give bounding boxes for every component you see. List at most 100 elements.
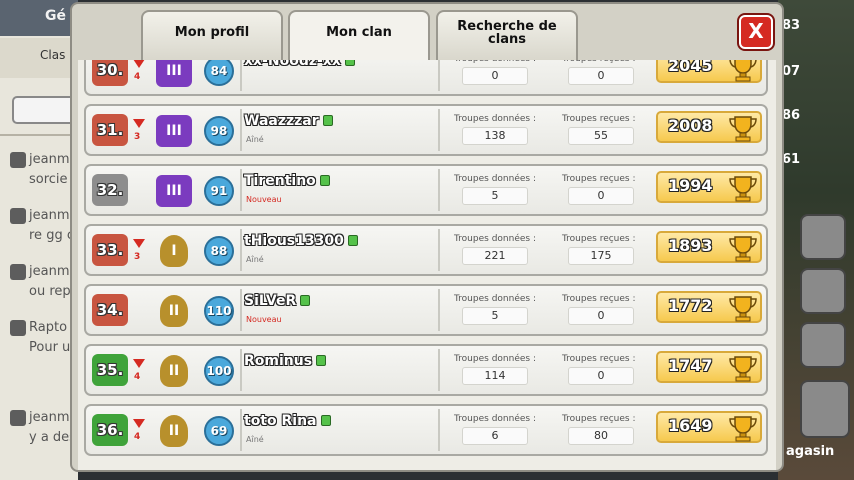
- member-name-text: Waazzzar: [244, 113, 319, 129]
- online-icon: [322, 115, 333, 126]
- rank-badge: 31.: [92, 114, 128, 146]
- member-name-text: xx-Noodz-xx: [244, 60, 341, 69]
- chat-message-author: jeanm: [29, 410, 70, 425]
- pause-icon: [10, 320, 26, 336]
- league-badge-icon: III: [156, 60, 192, 87]
- member-name: xx-Noodz-xx: [244, 60, 355, 69]
- chat-message-text: sorcie: [29, 172, 68, 187]
- tab-label: Mon profil: [174, 25, 250, 40]
- donated-label: Troupes données :: [454, 294, 536, 304]
- resource-count: 83: [782, 18, 801, 33]
- donated-value: 138: [462, 127, 528, 145]
- member-name-text: Tirentino: [244, 173, 316, 189]
- trophy-box: 1772: [656, 291, 762, 323]
- member-name: toto Rina: [244, 413, 331, 429]
- divider: [240, 229, 242, 271]
- trophy-icon: [728, 115, 758, 147]
- rank-badge: 32.: [92, 174, 128, 206]
- settings-button[interactable]: [800, 322, 846, 368]
- donated-value: 5: [462, 307, 528, 325]
- pause-icon: [10, 264, 26, 280]
- online-icon: [347, 235, 358, 246]
- divider: [438, 60, 440, 91]
- chat-message-text: Pour u: [29, 340, 71, 355]
- rank-badge: 35.: [92, 354, 128, 386]
- game-screen: Gé Clas jeanm sorcie jeanm re gg c jeanm…: [0, 0, 854, 480]
- experience-level-icon: 69: [204, 416, 234, 446]
- member-row[interactable]: 30. 4 III 84 xx-Noodz-xx Troupes données : Tro…: [84, 60, 768, 96]
- donated-value: 221: [462, 247, 528, 265]
- resource-count: 86: [782, 108, 801, 123]
- member-row[interactable]: 36. 4 II 69 toto Rina Aîné Troupes données : Tr…: [84, 404, 768, 456]
- experience-level-icon: 84: [204, 60, 234, 86]
- member-role: Aîné: [246, 255, 264, 264]
- trophy-icon: [728, 415, 758, 447]
- received-label: Troupes reçues :: [562, 294, 636, 304]
- received-label: Troupes reçues :: [562, 414, 636, 424]
- received-value: 0: [568, 67, 634, 85]
- trophy-box: 2045: [656, 60, 762, 83]
- trophy-icon: [728, 295, 758, 327]
- member-role: Aîné: [246, 135, 264, 144]
- chat-clan-row[interactable]: Clas: [0, 38, 78, 78]
- close-button[interactable]: X: [739, 15, 773, 49]
- trophy-count: 1747: [668, 356, 713, 375]
- donated-label: Troupes données :: [454, 414, 536, 424]
- member-row[interactable]: 34. II 110 SiLVeR Nouveau Troupes données : Tr…: [84, 284, 768, 336]
- tab-my-clan[interactable]: Mon clan: [288, 10, 430, 66]
- divider: [438, 349, 440, 391]
- chat-message-author: Rapto: [29, 320, 68, 335]
- member-row[interactable]: 32. III 91 Tirentino Nouveau Troupes données …: [84, 164, 768, 216]
- experience-level-icon: 98: [204, 116, 234, 146]
- donated-value: 114: [462, 367, 528, 385]
- chat-message-author: jeanm: [29, 264, 70, 279]
- pause-icon: [10, 152, 26, 168]
- hero-button[interactable]: [800, 268, 846, 314]
- divider: [240, 169, 242, 211]
- member-row[interactable]: 35. 4 II 100 Rominus Troupes données : Troupes…: [84, 344, 768, 396]
- experience-level-icon: 110: [204, 296, 234, 326]
- tab-clan-search[interactable]: Recherche de clans: [436, 10, 578, 60]
- member-name-text: Rominus: [244, 353, 313, 369]
- trophy-count: 1649: [668, 416, 713, 435]
- divider: [438, 169, 440, 211]
- divider: [438, 409, 440, 451]
- donated-label: Troupes données :: [454, 60, 536, 64]
- rank-down-icon: [133, 419, 145, 428]
- trophy-count: 1772: [668, 296, 713, 315]
- rank-badge: 33.: [92, 234, 128, 266]
- trophy-box: 1649: [656, 411, 762, 443]
- trophy-count: 2045: [668, 60, 713, 75]
- league-badge-icon: III: [156, 175, 192, 207]
- member-row[interactable]: 31. 3 III 98 Waazzzar Aîné Troupes données : Tr…: [84, 104, 768, 156]
- rank-change: 4: [134, 432, 141, 442]
- rank-down-icon: [133, 60, 145, 68]
- league-badge-icon: II: [160, 295, 188, 327]
- received-label: Troupes reçues :: [562, 60, 636, 64]
- chat-message-author: jeanm: [29, 152, 70, 167]
- donated-value: 6: [462, 427, 528, 445]
- chat-message: jeanm sorcie: [0, 150, 78, 210]
- rank-down-icon: [133, 239, 145, 248]
- chat-message: jeanm re gg c: [0, 206, 78, 266]
- troops-button[interactable]: [800, 214, 846, 260]
- experience-level-icon: 88: [204, 236, 234, 266]
- rank-change: 3: [134, 132, 141, 142]
- shop-button[interactable]: [800, 380, 850, 438]
- member-list[interactable]: 30.4III84xx-Noodz-xxTroupes données :Tro…: [78, 60, 776, 470]
- online-icon: [316, 355, 327, 366]
- divider: [438, 229, 440, 271]
- tab-my-profile[interactable]: Mon profil: [141, 10, 283, 60]
- online-icon: [319, 175, 330, 186]
- received-label: Troupes reçues :: [562, 114, 636, 124]
- donated-value: 5: [462, 187, 528, 205]
- league-badge-icon: II: [160, 355, 188, 387]
- member-row[interactable]: 33. 3 I 88 tHious13300 Aîné Troupes données : T…: [84, 224, 768, 276]
- rank-change: 4: [134, 372, 141, 382]
- league-badge-icon: III: [156, 115, 192, 147]
- divider: [240, 289, 242, 331]
- member-name: Waazzzar: [244, 113, 333, 129]
- chat-panel: Gé Clas jeanm sorcie jeanm re gg c jeanm…: [0, 0, 82, 480]
- tab-label: Recherche de clans: [457, 19, 557, 47]
- trophy-count: 2008: [668, 116, 713, 135]
